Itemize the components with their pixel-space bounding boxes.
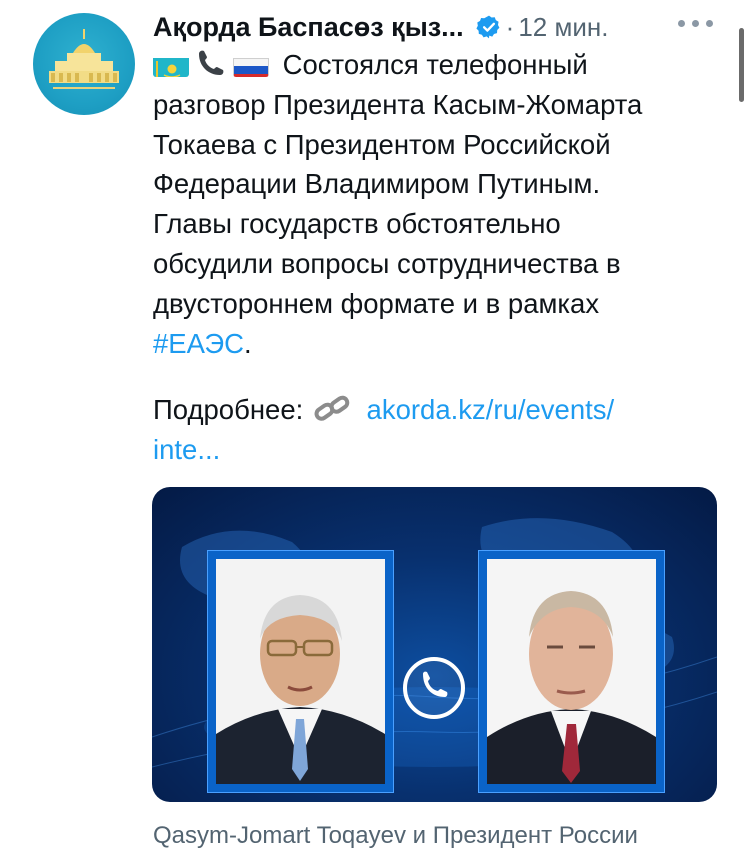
telephone-call-icon [403,657,465,719]
tweet-text-line-5: Главы государств обстоятельно [153,208,561,240]
tweet-header: Ақорда Баспасөз қыз... · 12 мин. [153,8,693,46]
tweet-text-line-4: Федерации Владимиром Путиным. [153,168,601,200]
hashtag-link[interactable]: #ЕАЭС [153,328,244,359]
tweet-text-line-7: двустороннем формате и в рамках [153,287,600,319]
portrait-putin [487,559,656,784]
tweet-text-line-8: #ЕАЭС. [153,324,733,364]
akorda-building-logo [49,29,119,89]
separator-dot: · [505,11,515,42]
detail-block: Подробнее: akorda.kz/ru/events/ inte... [153,390,733,470]
more-dots-icon[interactable] [678,14,722,34]
kazakhstan-flag-icon [153,53,189,77]
russia-flag-icon [233,53,269,77]
tweet-timestamp[interactable]: 12 мин. [518,12,608,43]
link-card-image[interactable] [152,487,717,802]
scrollbar[interactable] [739,28,744,102]
article-link-continued[interactable]: inte... [153,430,733,470]
tweet-text-line-6: обсудили вопросы сотрудничества в [153,247,621,279]
portrait-tokayev [216,559,385,784]
detail-label: Подробнее: [153,394,304,425]
account-avatar[interactable] [33,13,135,115]
link-card-caption[interactable]: Qasym-Jomart Toqayev и Президент России [153,822,638,850]
telephone-icon [195,48,227,78]
author-name[interactable]: Ақорда Баспасөз қыз... [153,12,464,43]
tweet-text-segment: Состоялся телефонный [282,49,588,80]
tweet-text-line-3: Токаева с Президентом Российской [153,128,611,160]
portrait-frame-right [478,550,665,793]
article-link[interactable]: akorda.kz/ru/events/ [367,394,615,425]
portrait-frame-left [207,550,394,793]
tweet-text-line-1: Состоялся телефонный [153,45,733,85]
tweet-text-line-2: разговор Президента Касым-Жомарта [153,88,643,120]
link-chain-icon [313,394,353,424]
tweet-text: Состоялся телефонный разговор Президента… [153,45,733,363]
hashtag-punctuation: . [244,327,252,359]
verified-badge-icon [476,15,500,39]
detail-line-1: Подробнее: akorda.kz/ru/events/ [153,390,733,430]
